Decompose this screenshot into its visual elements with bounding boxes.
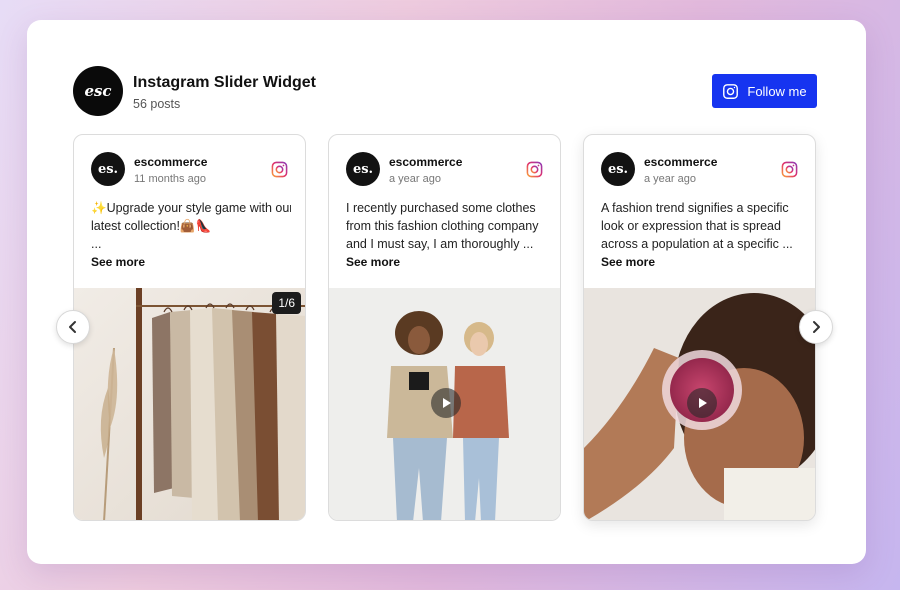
widget-card: esc Instagram Slider Widget 56 posts Fol…: [27, 20, 866, 564]
avatar[interactable]: es.: [601, 152, 635, 186]
post-card[interactable]: es. escommerce a year ago A fashion tren…: [583, 134, 816, 521]
media-counter: 1/6: [272, 292, 301, 314]
see-more-link[interactable]: See more: [346, 255, 400, 269]
avatar[interactable]: es.: [346, 152, 380, 186]
post-image[interactable]: 1/6: [74, 288, 305, 520]
post-card[interactable]: es. escommerce 11 months ago ✨Upgrade yo…: [73, 134, 306, 521]
username[interactable]: escommerce: [134, 155, 207, 169]
post-time: 11 months ago: [134, 173, 206, 185]
posts-count: 56 posts: [133, 97, 181, 111]
post-caption: I recently purchased some clothes from t…: [346, 201, 539, 251]
follow-label: Follow me: [747, 83, 807, 99]
instagram-icon[interactable]: [781, 161, 798, 178]
instagram-icon[interactable]: [526, 161, 543, 178]
post-caption: ✨Upgrade your style game with our latest…: [91, 201, 291, 251]
profile-logo[interactable]: esc: [73, 66, 123, 116]
play-icon[interactable]: [687, 388, 717, 418]
see-more-link[interactable]: See more: [91, 255, 145, 269]
post-video[interactable]: [329, 288, 560, 520]
post-caption: A fashion trend signifies a specific loo…: [601, 201, 793, 251]
post-time: a year ago: [644, 173, 696, 185]
username[interactable]: escommerce: [644, 155, 717, 169]
slider-prev-button[interactable]: [56, 310, 90, 344]
slider-next-button[interactable]: [799, 310, 833, 344]
username[interactable]: escommerce: [389, 155, 462, 169]
widget-title: Instagram Slider Widget: [133, 74, 316, 91]
chevron-right-icon: [813, 321, 820, 333]
see-more-link[interactable]: See more: [601, 255, 655, 269]
follow-button[interactable]: Follow me: [712, 74, 817, 108]
chevron-left-icon: [69, 321, 76, 333]
instagram-icon[interactable]: [271, 161, 288, 178]
post-time: a year ago: [389, 173, 441, 185]
avatar[interactable]: es.: [91, 152, 125, 186]
play-icon[interactable]: [431, 388, 461, 418]
widget-header: esc Instagram Slider Widget 56 posts Fol…: [73, 66, 817, 116]
clothing-rack-image: [74, 288, 305, 520]
post-card[interactable]: es. escommerce a year ago I recently pur…: [328, 134, 561, 521]
post-video[interactable]: [584, 288, 815, 520]
instagram-icon: [723, 83, 739, 99]
